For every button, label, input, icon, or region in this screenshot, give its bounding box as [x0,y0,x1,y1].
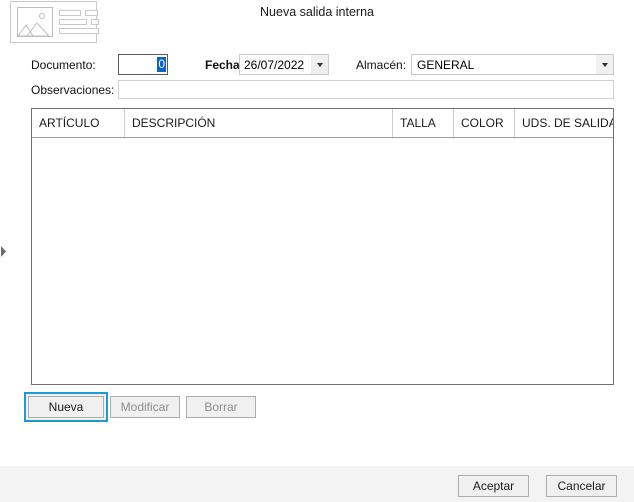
observaciones-label: Observaciones: [31,83,115,97]
nueva-button[interactable]: Nueva [28,396,104,418]
grid-header-row: ARTÍCULO DESCRIPCIÓN TALLA COLOR UDS. DE… [32,109,613,138]
mountains-icon [18,22,50,36]
chevron-down-icon [601,62,608,67]
column-header-uds-de-salida[interactable]: UDS. DE SALIDA [515,109,613,137]
fecha-value[interactable]: 26/07/2022 [240,55,311,74]
column-header-articulo[interactable]: ARTÍCULO [32,109,125,137]
column-header-descripcion[interactable]: DESCRIPCIÓN [125,109,393,137]
chevron-down-icon [316,62,323,67]
dialog-footer [0,466,634,502]
modificar-button: Modificar [110,396,180,418]
fecha-datepicker[interactable]: 26/07/2022 [239,54,329,75]
articles-grid: ARTÍCULO DESCRIPCIÓN TALLA COLOR UDS. DE… [31,108,614,385]
new-internal-exit-dialog: Nueva salida interna Documento: 0 Fecha:… [0,0,634,502]
grid-body-empty[interactable] [32,138,613,384]
almacen-label: Almacén: [356,58,407,72]
cancelar-button[interactable]: Cancelar [546,475,617,497]
documento-label: Documento: [31,58,96,72]
chevron-right-icon [1,245,6,257]
borrar-button: Borrar [186,396,256,418]
almacen-value[interactable]: GENERAL [412,55,596,74]
fecha-label: Fecha: [205,58,244,72]
fecha-dropdown-button[interactable] [311,55,328,74]
observaciones-input[interactable] [118,80,614,99]
column-header-color[interactable]: COLOR [454,109,515,137]
panel-expand-chevron[interactable] [0,243,8,259]
dialog-title: Nueva salida interna [260,5,374,19]
almacen-select[interactable]: GENERAL [411,54,614,75]
column-header-talla[interactable]: TALLA [393,109,454,137]
documento-value: 0 [157,57,166,72]
aceptar-button[interactable]: Aceptar [458,475,529,497]
documento-input[interactable]: 0 [118,54,168,75]
almacen-dropdown-button[interactable] [596,55,613,74]
